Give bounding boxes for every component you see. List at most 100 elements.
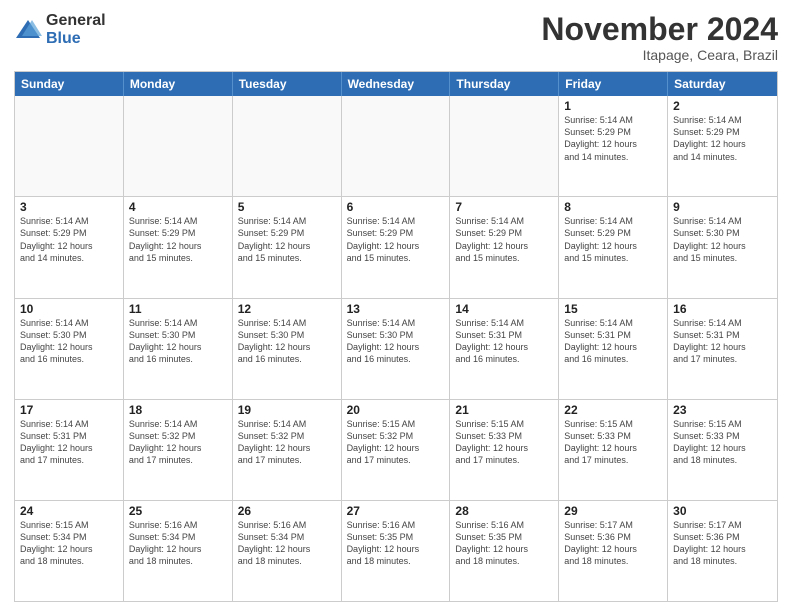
day-number: 22 bbox=[564, 403, 662, 417]
weekday-header-friday: Friday bbox=[559, 72, 668, 96]
day-number: 1 bbox=[564, 99, 662, 113]
cell-info: Sunrise: 5:16 AM Sunset: 5:34 PM Dayligh… bbox=[238, 519, 336, 568]
day-number: 29 bbox=[564, 504, 662, 518]
cell-info: Sunrise: 5:16 AM Sunset: 5:34 PM Dayligh… bbox=[129, 519, 227, 568]
cell-info: Sunrise: 5:17 AM Sunset: 5:36 PM Dayligh… bbox=[673, 519, 772, 568]
logo-text: General Blue bbox=[46, 12, 106, 47]
cell-info: Sunrise: 5:14 AM Sunset: 5:29 PM Dayligh… bbox=[455, 215, 553, 264]
day-number: 9 bbox=[673, 200, 772, 214]
cell-info: Sunrise: 5:14 AM Sunset: 5:29 PM Dayligh… bbox=[129, 215, 227, 264]
day-number: 28 bbox=[455, 504, 553, 518]
calendar-cell: 22Sunrise: 5:15 AM Sunset: 5:33 PM Dayli… bbox=[559, 400, 668, 500]
weekday-header-saturday: Saturday bbox=[668, 72, 777, 96]
calendar-cell: 29Sunrise: 5:17 AM Sunset: 5:36 PM Dayli… bbox=[559, 501, 668, 601]
day-number: 24 bbox=[20, 504, 118, 518]
month-title: November 2024 bbox=[541, 12, 778, 47]
calendar-cell: 9Sunrise: 5:14 AM Sunset: 5:30 PM Daylig… bbox=[668, 197, 777, 297]
calendar-cell: 17Sunrise: 5:14 AM Sunset: 5:31 PM Dayli… bbox=[15, 400, 124, 500]
calendar-cell: 1Sunrise: 5:14 AM Sunset: 5:29 PM Daylig… bbox=[559, 96, 668, 196]
day-number: 19 bbox=[238, 403, 336, 417]
header: General Blue November 2024 Itapage, Cear… bbox=[14, 12, 778, 63]
cell-info: Sunrise: 5:14 AM Sunset: 5:32 PM Dayligh… bbox=[129, 418, 227, 467]
cell-info: Sunrise: 5:15 AM Sunset: 5:33 PM Dayligh… bbox=[564, 418, 662, 467]
cell-info: Sunrise: 5:14 AM Sunset: 5:29 PM Dayligh… bbox=[238, 215, 336, 264]
calendar-row-1: 1Sunrise: 5:14 AM Sunset: 5:29 PM Daylig… bbox=[15, 96, 777, 197]
calendar-cell: 30Sunrise: 5:17 AM Sunset: 5:36 PM Dayli… bbox=[668, 501, 777, 601]
calendar-cell: 26Sunrise: 5:16 AM Sunset: 5:34 PM Dayli… bbox=[233, 501, 342, 601]
calendar-cell: 28Sunrise: 5:16 AM Sunset: 5:35 PM Dayli… bbox=[450, 501, 559, 601]
calendar-header: SundayMondayTuesdayWednesdayThursdayFrid… bbox=[15, 72, 777, 96]
calendar-cell: 10Sunrise: 5:14 AM Sunset: 5:30 PM Dayli… bbox=[15, 299, 124, 399]
weekday-header-thursday: Thursday bbox=[450, 72, 559, 96]
cell-info: Sunrise: 5:16 AM Sunset: 5:35 PM Dayligh… bbox=[455, 519, 553, 568]
calendar-cell: 24Sunrise: 5:15 AM Sunset: 5:34 PM Dayli… bbox=[15, 501, 124, 601]
cell-info: Sunrise: 5:14 AM Sunset: 5:30 PM Dayligh… bbox=[347, 317, 445, 366]
day-number: 16 bbox=[673, 302, 772, 316]
day-number: 25 bbox=[129, 504, 227, 518]
day-number: 13 bbox=[347, 302, 445, 316]
cell-info: Sunrise: 5:14 AM Sunset: 5:30 PM Dayligh… bbox=[673, 215, 772, 264]
calendar-cell: 23Sunrise: 5:15 AM Sunset: 5:33 PM Dayli… bbox=[668, 400, 777, 500]
calendar-cell: 16Sunrise: 5:14 AM Sunset: 5:31 PM Dayli… bbox=[668, 299, 777, 399]
calendar-row-4: 17Sunrise: 5:14 AM Sunset: 5:31 PM Dayli… bbox=[15, 400, 777, 501]
calendar-cell bbox=[15, 96, 124, 196]
calendar-cell: 21Sunrise: 5:15 AM Sunset: 5:33 PM Dayli… bbox=[450, 400, 559, 500]
day-number: 26 bbox=[238, 504, 336, 518]
day-number: 18 bbox=[129, 403, 227, 417]
title-section: November 2024 Itapage, Ceara, Brazil bbox=[541, 12, 778, 63]
calendar-cell: 12Sunrise: 5:14 AM Sunset: 5:30 PM Dayli… bbox=[233, 299, 342, 399]
day-number: 23 bbox=[673, 403, 772, 417]
calendar-cell: 6Sunrise: 5:14 AM Sunset: 5:29 PM Daylig… bbox=[342, 197, 451, 297]
calendar: SundayMondayTuesdayWednesdayThursdayFrid… bbox=[14, 71, 778, 602]
weekday-header-wednesday: Wednesday bbox=[342, 72, 451, 96]
calendar-cell: 11Sunrise: 5:14 AM Sunset: 5:30 PM Dayli… bbox=[124, 299, 233, 399]
calendar-row-5: 24Sunrise: 5:15 AM Sunset: 5:34 PM Dayli… bbox=[15, 501, 777, 601]
calendar-cell: 18Sunrise: 5:14 AM Sunset: 5:32 PM Dayli… bbox=[124, 400, 233, 500]
cell-info: Sunrise: 5:14 AM Sunset: 5:31 PM Dayligh… bbox=[564, 317, 662, 366]
cell-info: Sunrise: 5:14 AM Sunset: 5:29 PM Dayligh… bbox=[564, 114, 662, 163]
subtitle: Itapage, Ceara, Brazil bbox=[541, 47, 778, 63]
cell-info: Sunrise: 5:14 AM Sunset: 5:30 PM Dayligh… bbox=[238, 317, 336, 366]
cell-info: Sunrise: 5:14 AM Sunset: 5:29 PM Dayligh… bbox=[673, 114, 772, 163]
day-number: 3 bbox=[20, 200, 118, 214]
calendar-cell bbox=[450, 96, 559, 196]
day-number: 7 bbox=[455, 200, 553, 214]
weekday-header-monday: Monday bbox=[124, 72, 233, 96]
logo-general-label: General bbox=[46, 12, 106, 30]
cell-info: Sunrise: 5:14 AM Sunset: 5:29 PM Dayligh… bbox=[347, 215, 445, 264]
calendar-cell: 2Sunrise: 5:14 AM Sunset: 5:29 PM Daylig… bbox=[668, 96, 777, 196]
day-number: 10 bbox=[20, 302, 118, 316]
cell-info: Sunrise: 5:16 AM Sunset: 5:35 PM Dayligh… bbox=[347, 519, 445, 568]
calendar-body: 1Sunrise: 5:14 AM Sunset: 5:29 PM Daylig… bbox=[15, 96, 777, 601]
page: General Blue November 2024 Itapage, Cear… bbox=[0, 0, 792, 612]
cell-info: Sunrise: 5:15 AM Sunset: 5:33 PM Dayligh… bbox=[673, 418, 772, 467]
day-number: 8 bbox=[564, 200, 662, 214]
day-number: 20 bbox=[347, 403, 445, 417]
weekday-header-tuesday: Tuesday bbox=[233, 72, 342, 96]
calendar-cell bbox=[342, 96, 451, 196]
day-number: 17 bbox=[20, 403, 118, 417]
calendar-cell: 7Sunrise: 5:14 AM Sunset: 5:29 PM Daylig… bbox=[450, 197, 559, 297]
cell-info: Sunrise: 5:14 AM Sunset: 5:29 PM Dayligh… bbox=[20, 215, 118, 264]
calendar-cell: 27Sunrise: 5:16 AM Sunset: 5:35 PM Dayli… bbox=[342, 501, 451, 601]
logo-blue-label: Blue bbox=[46, 30, 106, 48]
calendar-cell bbox=[124, 96, 233, 196]
weekday-header-sunday: Sunday bbox=[15, 72, 124, 96]
cell-info: Sunrise: 5:15 AM Sunset: 5:34 PM Dayligh… bbox=[20, 519, 118, 568]
calendar-cell: 14Sunrise: 5:14 AM Sunset: 5:31 PM Dayli… bbox=[450, 299, 559, 399]
calendar-row-3: 10 Sunrise: 5:14 AM Sunset: 5:30 PM Dayli… bbox=[15, 299, 777, 400]
cell-info: Sunrise: 5:15 AM Sunset: 5:32 PM Dayligh… bbox=[347, 418, 445, 467]
calendar-cell: 13Sunrise: 5:14 AM Sunset: 5:30 PM Dayli… bbox=[342, 299, 451, 399]
cell-info: Sunrise: 5:14 AM Sunset: 5:29 PM Dayligh… bbox=[564, 215, 662, 264]
calendar-cell: 15Sunrise: 5:14 AM Sunset: 5:31 PM Dayli… bbox=[559, 299, 668, 399]
day-number: 2 bbox=[673, 99, 772, 113]
calendar-cell: 4Sunrise: 5:14 AM Sunset: 5:29 PM Daylig… bbox=[124, 197, 233, 297]
calendar-cell: 8Sunrise: 5:14 AM Sunset: 5:29 PM Daylig… bbox=[559, 197, 668, 297]
calendar-cell: 3Sunrise: 5:14 AM Sunset: 5:29 PM Daylig… bbox=[15, 197, 124, 297]
day-number: 30 bbox=[673, 504, 772, 518]
day-number: 27 bbox=[347, 504, 445, 518]
day-number: 14 bbox=[455, 302, 553, 316]
calendar-cell: 5Sunrise: 5:14 AM Sunset: 5:29 PM Daylig… bbox=[233, 197, 342, 297]
logo-icon bbox=[14, 16, 42, 44]
cell-info: Sunrise: 5:14 AM Sunset: 5:30 PM Dayligh… bbox=[129, 317, 227, 366]
